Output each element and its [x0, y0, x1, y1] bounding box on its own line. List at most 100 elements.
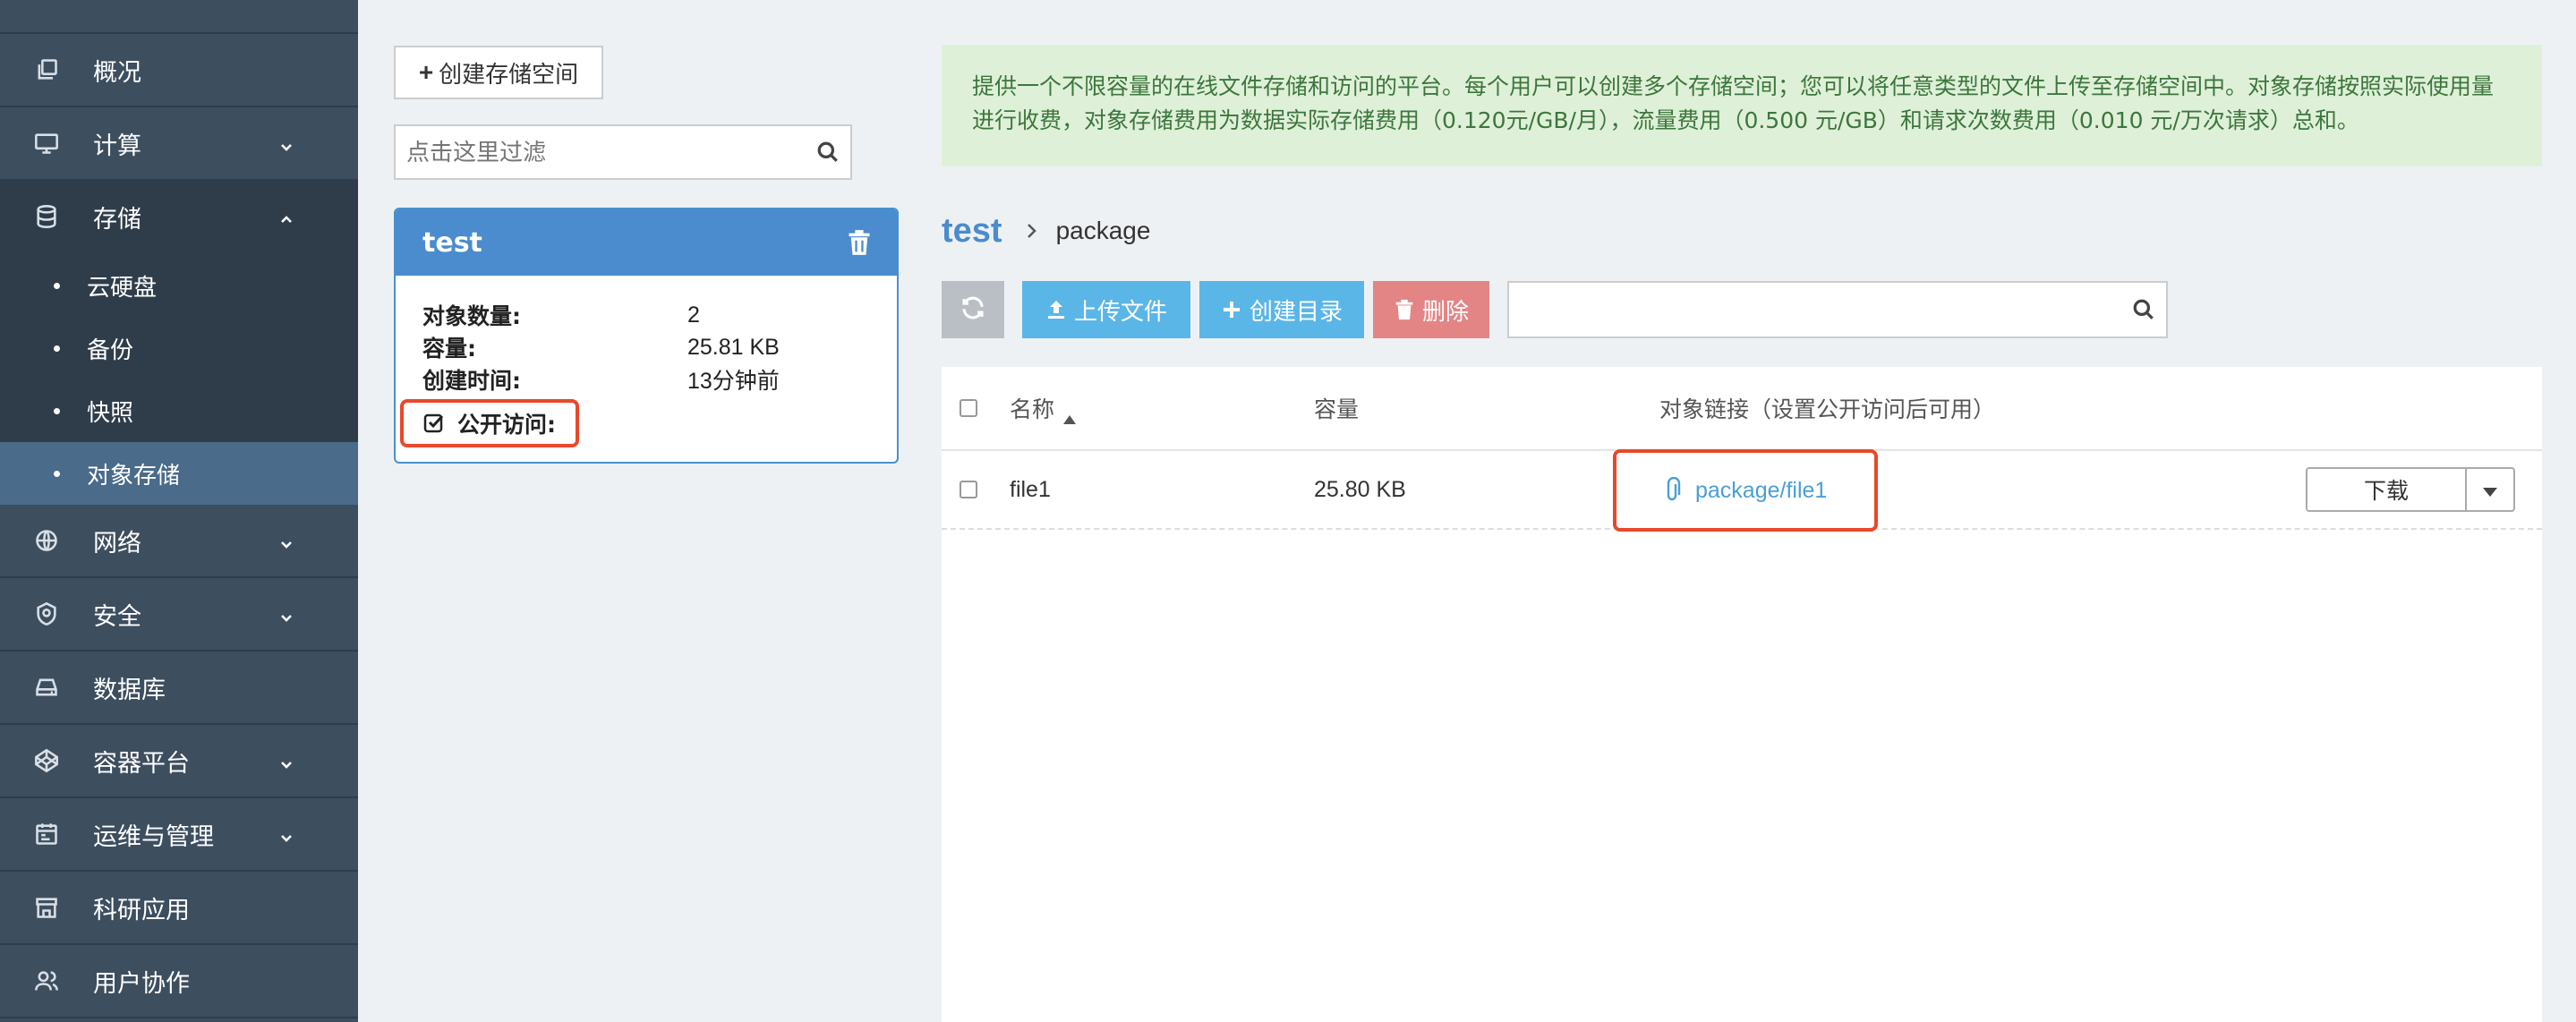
- plus-icon: +: [418, 58, 434, 86]
- row-checkbox[interactable]: [960, 481, 977, 498]
- created-label: 创建时间:: [422, 368, 521, 394]
- object-search-input[interactable]: [1509, 283, 2121, 336]
- sidebar-item-label: 科研应用: [93, 896, 190, 924]
- sidebar-item-research[interactable]: 科研应用: [0, 872, 358, 945]
- bucket-card-body: 对象数量: 2 容量: 25.81 KB 创建时间: 13分钟前 公开访问:: [396, 276, 897, 447]
- subitem-label: 备份: [87, 336, 134, 364]
- create-bucket-button[interactable]: + 创建存储空间: [394, 46, 603, 99]
- hdd-icon: [32, 673, 61, 702]
- table-row: file1 25.80 KB package/file1 下载: [942, 449, 2542, 532]
- database-icon: [32, 202, 61, 231]
- download-dropdown-toggle[interactable]: [2465, 469, 2513, 510]
- header-name-label: 名称: [1010, 396, 1055, 422]
- header-name[interactable]: 名称: [1010, 392, 1077, 424]
- table-header: 名称 容量 对象链接（设置公开访问后可用）: [942, 367, 2542, 451]
- users-icon: [32, 967, 61, 995]
- sidebar-item-collaboration[interactable]: 用户协作: [0, 945, 358, 1018]
- sidebar-subitem-cloud-disk[interactable]: 云硬盘: [0, 254, 358, 317]
- sidebar-item-label: 运维与管理: [93, 822, 214, 851]
- bucket-card-header: test: [396, 209, 897, 276]
- upload-icon: [1045, 299, 1067, 320]
- chevron-down-icon: [277, 825, 295, 843]
- plus-icon: [1221, 299, 1242, 320]
- sidebar-subitem-backup[interactable]: 备份: [0, 317, 358, 379]
- subitem-label: 云硬盘: [87, 274, 158, 302]
- object-link[interactable]: package/file1: [1613, 449, 1878, 532]
- bucket-filter: [394, 124, 852, 180]
- download-button[interactable]: 下载: [2307, 469, 2465, 510]
- upload-label: 上传文件: [1073, 298, 1167, 326]
- chevron-up-icon: [277, 208, 295, 226]
- sidebar-item-database[interactable]: 数据库: [0, 652, 358, 725]
- public-access-toggle[interactable]: 公开访问:: [400, 399, 579, 447]
- sidebar-item-storage[interactable]: 存储: [0, 181, 358, 254]
- bucket-card[interactable]: test 对象数量: 2 容量: 25.81 KB 创建时间: 13分钟前 公开…: [394, 208, 899, 464]
- upload-file-button[interactable]: 上传文件: [1022, 281, 1190, 338]
- bullet-icon: [54, 470, 60, 477]
- chevron-down-icon: [277, 134, 295, 152]
- delete-button[interactable]: 删除: [1373, 281, 1489, 338]
- bucket-size-row: 容量: 25.81 KB: [422, 331, 870, 363]
- calendar-icon: [32, 820, 61, 848]
- chevron-down-icon: [277, 752, 295, 770]
- sidebar-item-ops[interactable]: 运维与管理: [0, 798, 358, 872]
- select-all-checkbox[interactable]: [960, 399, 977, 417]
- search-icon[interactable]: [806, 141, 850, 164]
- sidebar-item-label: 安全: [93, 602, 141, 631]
- sidebar-item-label: 数据库: [93, 676, 166, 704]
- sort-asc-icon: [1063, 404, 1077, 424]
- size-label: 容量:: [422, 336, 476, 362]
- chevron-down-icon: [277, 532, 295, 549]
- sidebar-item-network[interactable]: 网络: [0, 505, 358, 578]
- codepen-icon: [32, 746, 61, 775]
- size-value: 25.81 KB: [687, 334, 780, 360]
- breadcrumb-current: package: [1055, 217, 1151, 244]
- create-directory-button[interactable]: 创建目录: [1199, 281, 1364, 338]
- subitem-label: 快照: [87, 399, 134, 427]
- refresh-button[interactable]: [942, 281, 1004, 338]
- sidebar-item-label: 容器平台: [93, 749, 190, 778]
- chevron-right-icon: [1026, 222, 1038, 240]
- notice-text: 提供一个不限容量的在线文件存储和访问的平台。每个用户可以创建多个存储空间；您可以…: [972, 73, 2495, 133]
- created-value: 13分钟前: [687, 369, 780, 394]
- subitem-label: 对象存储: [87, 462, 181, 490]
- download-button-group: 下载: [2306, 467, 2515, 512]
- chevron-down-icon: [277, 605, 295, 623]
- create-bucket-label: 创建存储空间: [439, 60, 579, 88]
- search-icon[interactable]: [2121, 298, 2166, 321]
- sidebar-subitem-object-storage[interactable]: 对象存储: [0, 442, 358, 505]
- breadcrumb-root[interactable]: test: [942, 212, 1002, 251]
- bullet-icon: [54, 282, 60, 289]
- sidebar-item-label: 存储: [93, 205, 141, 234]
- sidebar-top-strip: [0, 0, 358, 34]
- row-name[interactable]: file1: [1010, 477, 1051, 503]
- bucket-filter-input[interactable]: [396, 126, 806, 178]
- sidebar-item-compute[interactable]: 计算: [0, 107, 358, 181]
- bucket-created-row: 创建时间: 13分钟前: [422, 363, 870, 396]
- sidebar-item-label: 网络: [93, 529, 141, 558]
- monitor-icon: [32, 129, 61, 158]
- header-link: 对象链接（设置公开访问后可用）: [1659, 396, 1996, 422]
- object-link-text: package/file1: [1695, 477, 1828, 503]
- trash-icon[interactable]: [847, 229, 872, 256]
- sidebar-item-label: 用户协作: [93, 969, 190, 998]
- sidebar-item-overview[interactable]: 概况: [0, 34, 358, 107]
- delete-label: 删除: [1421, 298, 1469, 326]
- object-count-label: 对象数量:: [422, 303, 521, 329]
- storage-submenu: 云硬盘 备份 快照 对象存储: [0, 254, 358, 505]
- copy-icon: [32, 55, 61, 84]
- mkdir-label: 创建目录: [1249, 298, 1343, 326]
- sidebar-item-label: 概况: [93, 58, 141, 87]
- sidebar-item-container[interactable]: 容器平台: [0, 725, 358, 798]
- caret-down-icon: [2483, 477, 2497, 503]
- sidebar-subitem-snapshot[interactable]: 快照: [0, 379, 358, 442]
- header-size: 容量: [1314, 396, 1360, 422]
- bullet-icon: [54, 345, 60, 352]
- store-icon: [32, 893, 61, 922]
- public-access-label: 公开访问:: [457, 412, 556, 438]
- bucket-name: test: [422, 226, 482, 259]
- object-search: [1507, 281, 2168, 338]
- row-size: 25.80 KB: [1314, 476, 1406, 502]
- sidebar-item-security[interactable]: 安全: [0, 578, 358, 652]
- network-icon: [32, 526, 61, 555]
